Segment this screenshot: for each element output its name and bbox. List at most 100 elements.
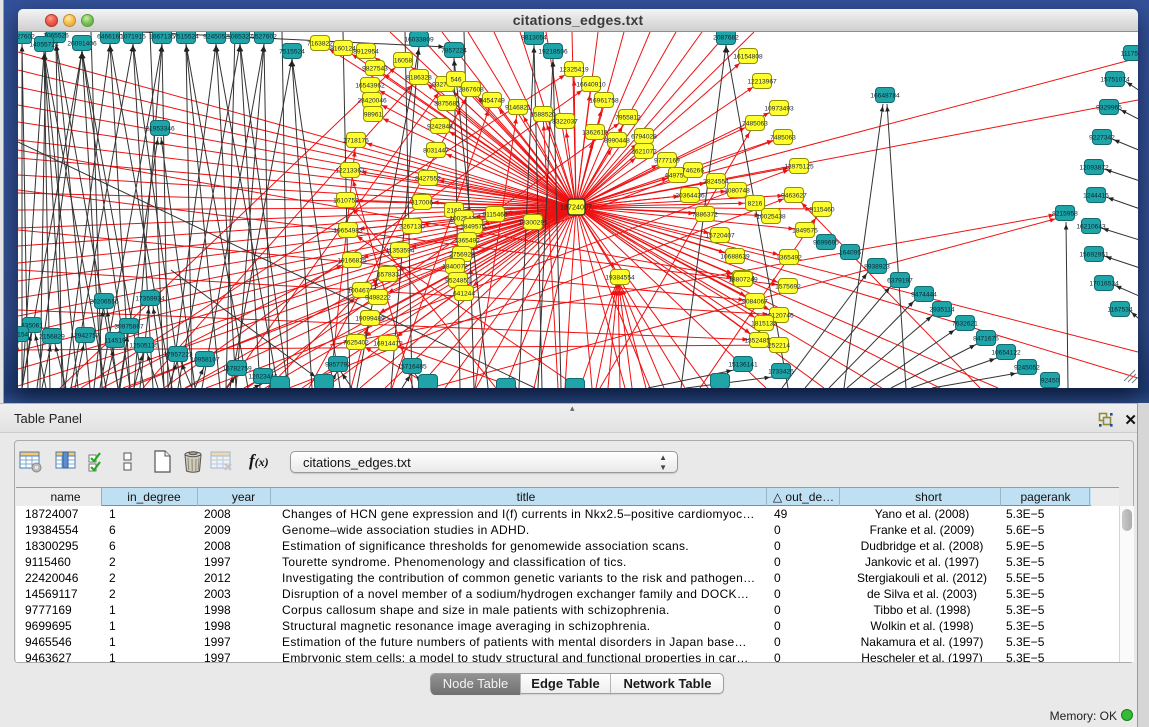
svg-text:13975125: 13975125 <box>784 163 814 170</box>
svg-text:7515524: 7515524 <box>279 48 305 55</box>
svg-text:10973493: 10973493 <box>764 105 794 112</box>
svg-text:2718176: 2718176 <box>343 137 369 144</box>
svg-text:19654983: 19654983 <box>333 227 363 234</box>
svg-text:16154808: 16154808 <box>733 53 763 60</box>
svg-text:9084067: 9084067 <box>742 298 768 305</box>
svg-text:1849575: 1849575 <box>460 223 486 230</box>
svg-text:1667135: 1667135 <box>149 33 175 40</box>
svg-text:7485063: 7485063 <box>770 134 796 141</box>
svg-text:7886372: 7886372 <box>692 211 718 218</box>
svg-text:9245052: 9245052 <box>1014 364 1040 371</box>
svg-text:8454749: 8454749 <box>479 97 505 104</box>
svg-text:9245052: 9245052 <box>203 33 229 40</box>
svg-text:3267130: 3267130 <box>399 223 425 230</box>
svg-text:18724007: 18724007 <box>560 203 592 212</box>
svg-text:7515524: 7515524 <box>173 33 199 40</box>
svg-text:19099489: 19099489 <box>355 315 385 322</box>
svg-text:1365492: 1365492 <box>776 254 802 261</box>
svg-text:2867608: 2867608 <box>458 86 484 93</box>
svg-text:92450: 92450 <box>1041 377 1060 384</box>
svg-text:16033809: 16033809 <box>404 36 434 43</box>
svg-text:10958107: 10958107 <box>190 356 220 363</box>
svg-text:18807249: 18807249 <box>728 276 758 283</box>
svg-text:12093872: 12093872 <box>1079 164 1109 171</box>
svg-text:1365492: 1365492 <box>454 237 480 244</box>
svg-text:9699695: 9699695 <box>813 239 839 246</box>
svg-text:15136141: 15136141 <box>728 361 758 368</box>
svg-text:30975867: 30975867 <box>114 323 144 330</box>
svg-text:7485063: 7485063 <box>742 120 768 127</box>
svg-text:98961: 98961 <box>364 111 383 118</box>
svg-text:17359934: 17359934 <box>135 295 165 302</box>
svg-text:19166825: 19166825 <box>337 257 367 264</box>
svg-text:9115460: 9115460 <box>809 206 835 213</box>
svg-text:1167534: 1167534 <box>1107 306 1133 313</box>
svg-text:15751074: 15751074 <box>1100 76 1130 83</box>
svg-text:9463627: 9463627 <box>781 192 807 199</box>
svg-text:1117534: 1117534 <box>1121 50 1138 57</box>
svg-text:16210643: 16210643 <box>1076 223 1106 230</box>
svg-text:8813054: 8813054 <box>521 34 547 41</box>
svg-text:1244415: 1244415 <box>1083 192 1109 199</box>
svg-text:39154: 39154 <box>18 331 28 338</box>
svg-text:1815132: 1815132 <box>751 320 777 327</box>
svg-text:20364436: 20364436 <box>675 192 705 199</box>
svg-text:9474444: 9474444 <box>911 291 937 298</box>
svg-text:6794028: 6794028 <box>631 133 657 140</box>
svg-text:746266: 746266 <box>682 167 704 174</box>
svg-text:9329965: 9329965 <box>1096 104 1122 111</box>
svg-text:16648784: 16648784 <box>870 92 900 99</box>
svg-text:12213967: 12213967 <box>747 78 777 85</box>
svg-text:7625402: 7625402 <box>343 339 369 346</box>
svg-text:20091406: 20091406 <box>67 40 97 47</box>
svg-text:1527602: 1527602 <box>18 33 35 40</box>
svg-text:8990448: 8990448 <box>604 137 630 144</box>
svg-text:10654122: 10654122 <box>991 349 1021 356</box>
svg-text:18300295: 18300295 <box>518 219 548 226</box>
svg-text:15720407: 15720407 <box>705 232 735 239</box>
svg-text:15716485: 15716485 <box>397 363 427 370</box>
svg-text:1362615: 1362615 <box>582 129 608 136</box>
svg-text:23420046: 23420046 <box>357 97 387 104</box>
svg-text:7955812: 7955812 <box>615 114 641 121</box>
svg-text:9146821: 9146821 <box>505 104 531 111</box>
svg-text:16058: 16058 <box>394 57 413 64</box>
svg-text:10025438: 10025438 <box>756 213 786 220</box>
svg-text:9827543: 9827543 <box>362 65 388 72</box>
svg-text:17957223: 17957223 <box>163 351 193 358</box>
svg-text:641244: 641244 <box>453 290 475 297</box>
svg-text:557833: 557833 <box>377 271 399 278</box>
svg-text:15692951: 15692951 <box>1079 251 1109 258</box>
svg-text:2935114: 2935114 <box>929 306 955 313</box>
svg-text:1849575: 1849575 <box>792 227 818 234</box>
svg-text:9498222: 9498222 <box>365 294 391 301</box>
svg-text:2087682: 2087682 <box>713 34 739 41</box>
svg-text:7632621: 7632621 <box>952 320 978 327</box>
svg-text:317006: 317006 <box>411 199 433 206</box>
svg-text:8427552: 8427552 <box>415 175 441 182</box>
svg-text:164095: 164095 <box>839 249 861 256</box>
svg-text:16914479: 16914479 <box>373 340 403 347</box>
svg-text:2756928: 2756928 <box>449 251 475 258</box>
svg-text:8912954: 8912954 <box>353 48 379 55</box>
svg-text:9777169: 9777169 <box>654 157 680 164</box>
svg-text:252214: 252214 <box>768 342 790 349</box>
svg-text:3875685: 3875685 <box>434 100 460 107</box>
svg-text:16782759: 16782759 <box>222 365 252 372</box>
svg-text:8471676: 8471676 <box>973 335 999 342</box>
svg-text:11353594: 11353594 <box>386 247 415 254</box>
svg-text:1080748: 1080748 <box>724 187 750 194</box>
svg-text:21953346: 21953346 <box>145 125 175 132</box>
svg-text:9524851: 9524851 <box>445 277 471 284</box>
svg-text:6379197: 6379197 <box>887 277 913 284</box>
svg-text:1065327: 1065327 <box>227 33 253 40</box>
svg-text:1527602: 1527602 <box>251 33 277 40</box>
svg-text:12505135: 12505135 <box>129 342 159 349</box>
svg-text:2156829: 2156829 <box>39 333 65 340</box>
svg-text:1071915: 1071915 <box>120 33 146 40</box>
svg-text:17016534: 17016534 <box>1089 280 1119 287</box>
svg-text:8216: 8216 <box>748 200 763 207</box>
svg-text:19384554: 19384554 <box>605 274 635 281</box>
svg-text:20206556: 20206556 <box>89 298 119 305</box>
svg-text:8322037: 8322037 <box>552 118 578 125</box>
